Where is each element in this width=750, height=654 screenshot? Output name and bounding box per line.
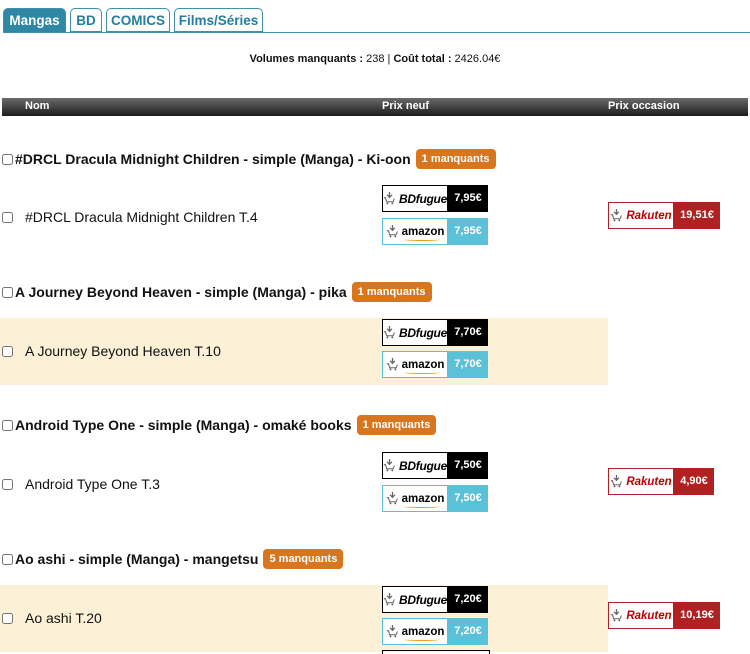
cart-icon <box>386 358 399 371</box>
bdfugue-price-button[interactable]: BDfugue 7,70€ <box>382 319 488 346</box>
summary-line: Volumes manquants : 238 | Coût total : 2… <box>0 53 750 65</box>
rakuten-brand: Rakuten <box>626 209 672 222</box>
amazon-logo: amazon <box>382 351 448 378</box>
amazon-brand: amazon <box>401 358 445 374</box>
cart-icon <box>383 192 396 205</box>
volume-row: #DRCL Dracula Midnight Children T.4 <box>0 184 608 251</box>
amazon-price-button[interactable]: amazon 7,50€ <box>382 485 488 512</box>
series-group-title: Android Type One - simple (Manga) - omak… <box>2 414 437 436</box>
bdfugue-logo: BDfugue <box>382 185 448 212</box>
cost-label: Coût total : <box>393 53 452 65</box>
bdfugue-price-button[interactable]: BDfugue 7,20€ <box>382 586 488 613</box>
rakuten-price: 10,19€ <box>674 602 720 629</box>
amazon-price: 7,50€ <box>448 485 488 512</box>
missing-value: 238 <box>366 53 385 65</box>
series-title: Android Type One - simple (Manga) - omak… <box>15 417 352 433</box>
bdfugue-brand: BDfugue <box>399 191 447 206</box>
rakuten-price-button[interactable]: Rakuten 19,51€ <box>608 202 720 229</box>
amazon-brand: amazon <box>401 492 445 508</box>
cart-icon <box>610 609 623 622</box>
summary-separator: | <box>387 53 391 65</box>
missing-label: Volumes manquants : <box>249 53 364 65</box>
amazon-price: 7,20€ <box>448 618 488 645</box>
tab-mangas[interactable]: Mangas <box>3 8 66 33</box>
series-group-title: Ao ashi - simple (Manga) - mangetsu 5 ma… <box>2 548 344 570</box>
bdfugue-price-button-partial[interactable] <box>382 650 490 654</box>
bdfugue-price: 7,95€ <box>448 185 488 212</box>
tab-bd[interactable]: BD <box>70 8 102 32</box>
category-tabs: Mangas BD COMICS Films/Séries <box>3 8 750 34</box>
bdfugue-price: 7,20€ <box>448 586 488 613</box>
bdfugue-brand: BDfugue <box>399 325 447 340</box>
volume-checkbox[interactable] <box>2 613 13 624</box>
series-checkbox[interactable] <box>2 286 13 298</box>
series-title: Ao ashi - simple (Manga) - mangetsu <box>15 551 259 567</box>
volume-checkbox[interactable] <box>2 479 13 490</box>
bdfugue-brand: BDfugue <box>399 592 447 607</box>
rakuten-brand: Rakuten <box>626 609 672 622</box>
volume-row: Android Type One T.3 <box>0 451 608 518</box>
amazon-price-button[interactable]: amazon 7,20€ <box>382 618 488 645</box>
amazon-logo: amazon <box>382 485 448 512</box>
bdfugue-price-button[interactable]: BDfugue 7,95€ <box>382 185 488 212</box>
missing-count-badge: 1 manquants <box>356 415 437 435</box>
rakuten-brand: Rakuten <box>626 475 672 488</box>
rakuten-price: 19,51€ <box>674 202 720 229</box>
cart-icon <box>610 209 623 222</box>
bdfugue-logo: BDfugue <box>382 586 448 613</box>
series-group-title: #DRCL Dracula Midnight Children - simple… <box>2 148 496 170</box>
amazon-price-button[interactable]: amazon 7,95€ <box>382 218 488 245</box>
missing-count-badge: 1 manquants <box>415 149 496 169</box>
column-header-name: Nom <box>25 100 50 112</box>
volume-title: #DRCL Dracula Midnight Children T.4 <box>25 209 258 225</box>
series-title: A Journey Beyond Heaven - simple (Manga)… <box>15 284 347 300</box>
tab-comics[interactable]: COMICS <box>106 8 170 32</box>
volume-checkbox[interactable] <box>2 346 13 357</box>
cart-icon <box>386 492 399 505</box>
bdfugue-logo: BDfugue <box>382 319 448 346</box>
cart-icon <box>383 593 396 606</box>
amazon-logo: amazon <box>382 218 448 245</box>
series-checkbox[interactable] <box>2 153 13 165</box>
table-header: Nom Prix neuf Prix occasion <box>2 98 748 116</box>
bdfugue-price: 7,70€ <box>448 319 488 346</box>
tab-films-series[interactable]: Films/Séries <box>174 8 263 32</box>
cart-icon <box>386 625 399 638</box>
rakuten-price-button[interactable]: Rakuten 10,19€ <box>608 602 720 629</box>
series-group-title: A Journey Beyond Heaven - simple (Manga)… <box>2 281 432 303</box>
amazon-price: 7,70€ <box>448 351 488 378</box>
amazon-price: 7,95€ <box>448 218 488 245</box>
amazon-price-button[interactable]: amazon 7,70€ <box>382 351 488 378</box>
cart-icon <box>386 225 399 238</box>
rakuten-price: 4,90€ <box>674 468 714 495</box>
amazon-logo: amazon <box>382 618 448 645</box>
series-checkbox[interactable] <box>2 419 13 431</box>
missing-count-badge: 1 manquants <box>351 282 432 302</box>
volume-title: A Journey Beyond Heaven T.10 <box>25 343 221 359</box>
amazon-brand: amazon <box>401 625 445 641</box>
rakuten-price-button[interactable]: Rakuten 4,90€ <box>608 468 714 495</box>
column-header-used-price: Prix occasion <box>608 100 680 112</box>
volume-title: Ao ashi T.20 <box>25 610 102 626</box>
bdfugue-logo: BDfugue <box>382 452 448 479</box>
missing-count-badge: 5 manquants <box>263 549 344 569</box>
series-title: #DRCL Dracula Midnight Children - simple… <box>15 151 411 167</box>
rakuten-logo: Rakuten <box>608 202 674 229</box>
cost-value: 2426.04€ <box>454 53 501 65</box>
series-checkbox[interactable] <box>2 553 13 565</box>
cart-icon <box>383 326 396 339</box>
cart-icon <box>383 459 396 472</box>
volume-row: Ao ashi T.20 <box>0 585 608 652</box>
bdfugue-price: 7,50€ <box>448 452 488 479</box>
rakuten-logo: Rakuten <box>608 602 674 629</box>
rakuten-logo: Rakuten <box>608 468 674 495</box>
volume-row: A Journey Beyond Heaven T.10 <box>0 318 608 385</box>
cart-icon <box>610 475 623 488</box>
amazon-brand: amazon <box>401 225 445 241</box>
volume-title: Android Type One T.3 <box>25 476 160 492</box>
column-header-new-price: Prix neuf <box>382 100 430 112</box>
bdfugue-brand: BDfugue <box>399 458 447 473</box>
bdfugue-price-button[interactable]: BDfugue 7,50€ <box>382 452 488 479</box>
volume-checkbox[interactable] <box>2 212 13 223</box>
